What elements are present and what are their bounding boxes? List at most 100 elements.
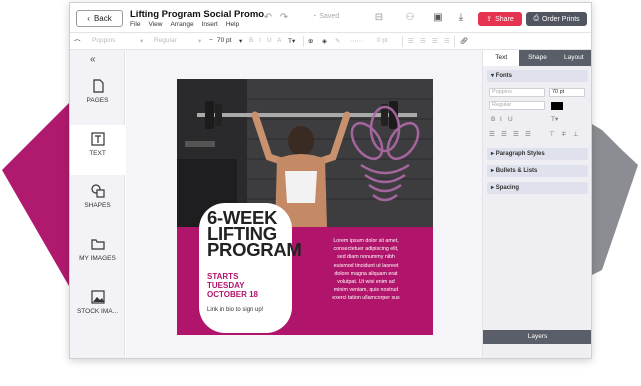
line-style-select[interactable]: ⋯⋯	[350, 37, 363, 45]
starts-line: OCTOBER 18	[207, 290, 258, 299]
redo-icon[interactable]: ↷	[278, 12, 290, 24]
divider	[454, 36, 455, 47]
spacing-section[interactable]: ▸ Spacing	[487, 182, 588, 194]
top-bar: ‹ Back Lifting Program Social Promo File…	[70, 3, 591, 33]
sidebar-item-label: SHAPES	[84, 202, 111, 209]
sidebar-item-stock-images[interactable]: STOCK IMA...	[70, 283, 125, 333]
share-button[interactable]: ⇪ Share	[478, 12, 522, 26]
back-button[interactable]: ‹ Back	[76, 10, 123, 27]
font-select[interactable]: Poppins	[92, 37, 116, 44]
body-line: minim veniam, quis nostrud	[333, 287, 399, 294]
left-sidebar: « PAGES TEXT SHAPES MY IMAGES STOCK IMA.…	[70, 50, 125, 358]
paint-format-icon[interactable]: ⌒	[74, 37, 81, 47]
link-in-bio-text[interactable]: Link in bio to sign up!	[207, 307, 263, 313]
editor-window: ‹ Back Lifting Program Social Promo File…	[69, 2, 592, 359]
text-color-swatch[interactable]	[551, 102, 563, 110]
upload-icon: ⇪	[486, 16, 493, 23]
body-line: Lorem ipsum dolor sit amet,	[333, 238, 399, 244]
align-center-icon[interactable]: ☰	[420, 37, 426, 45]
font-size-input[interactable]: 70 pt	[217, 37, 231, 44]
menu-insert[interactable]: Insert	[202, 21, 218, 28]
canvas-area[interactable]: 6-WEEK LIFTING PROGRAM STARTS TUESDAY OC…	[126, 50, 482, 358]
poster-design[interactable]: 6-WEEK LIFTING PROGRAM STARTS TUESDAY OC…	[177, 79, 433, 335]
body-text[interactable]: Lorem ipsum dolor sit amet, consectetuer…	[307, 237, 425, 303]
underline-icon[interactable]: U	[508, 116, 513, 123]
tab-shape[interactable]: Shape	[519, 50, 556, 66]
align-right-icon[interactable]: ☰	[513, 130, 519, 138]
sidebar-item-text[interactable]: TEXT	[70, 125, 125, 175]
chevron-down-icon: ▾	[140, 38, 144, 45]
panel-tabs: Text Shape Layout	[483, 50, 591, 66]
bold-icon[interactable]: B	[491, 116, 495, 123]
text-style-icon[interactable]: T▾	[551, 115, 558, 123]
body-line: euismod tincidunt ut laoreet	[333, 262, 399, 269]
weight-select[interactable]: Regular	[154, 37, 177, 44]
menu-view[interactable]: View	[148, 21, 162, 28]
sidebar-item-label: PAGES	[86, 97, 109, 104]
starts-line: TUESDAY	[207, 281, 245, 290]
minus-icon[interactable]: −	[209, 37, 213, 44]
bullets-lists-label: Bullets & Lists	[495, 168, 538, 174]
panel-font-select[interactable]: Poppins	[489, 88, 545, 97]
saved-status: ◔ Saved	[312, 13, 339, 20]
body-line: dolore magna aliquam erat	[334, 270, 398, 277]
body-line: sed diam nonummy nibh	[337, 254, 395, 261]
divider	[303, 36, 304, 47]
panel-weight-select[interactable]: Regular	[489, 101, 545, 110]
align-justify-icon[interactable]: ☰	[444, 37, 450, 45]
printer-icon: ⎙	[533, 15, 539, 22]
tab-layout[interactable]: Layout	[555, 50, 591, 66]
menu-arrange[interactable]: Arrange	[170, 21, 193, 28]
chevron-down-icon: ▾	[198, 38, 202, 45]
align-right-icon[interactable]: ☰	[432, 37, 438, 45]
sidebar-item-shapes[interactable]: SHAPES	[70, 177, 125, 227]
text-case-icon[interactable]: A	[277, 37, 281, 44]
headline-line: PROGRAM	[207, 239, 302, 260]
headline-text[interactable]: 6-WEEK LIFTING PROGRAM	[207, 208, 302, 260]
text-style-icon[interactable]: T▾	[288, 37, 295, 45]
valign-bottom-icon[interactable]: ⊥	[573, 130, 579, 138]
valign-middle-icon[interactable]: ∓	[561, 130, 566, 138]
menu-help[interactable]: Help	[226, 21, 239, 28]
download-icon[interactable]: ⤓	[455, 12, 467, 24]
bold-icon[interactable]: B	[249, 37, 253, 44]
page-icon	[92, 79, 104, 93]
fill-bucket-icon[interactable]: ◈	[322, 37, 327, 45]
italic-icon[interactable]: I	[500, 116, 502, 123]
align-justify-icon[interactable]: ☰	[525, 130, 531, 138]
align-left-icon[interactable]: ☰	[408, 37, 414, 45]
collapse-sidebar-icon[interactable]: «	[90, 54, 96, 65]
pen-icon[interactable]: ✎	[335, 37, 340, 45]
link-icon[interactable]: 🔗︎	[460, 37, 468, 45]
add-user-icon[interactable]: ⚇	[404, 12, 416, 24]
start-date-text[interactable]: STARTS TUESDAY OCTOBER 18	[207, 272, 258, 299]
divider	[402, 36, 403, 47]
bullets-lists-section[interactable]: ▸ Bullets & Lists	[487, 165, 588, 177]
align-center-icon[interactable]: ☰	[501, 130, 507, 138]
spacing-input[interactable]: 0 pt	[377, 37, 388, 44]
lock-icon[interactable]: ⊟	[373, 12, 385, 24]
back-label: Back	[93, 14, 112, 23]
document-title[interactable]: Lifting Program Social Promo	[130, 9, 264, 20]
italic-icon[interactable]: I	[259, 37, 261, 44]
underline-icon[interactable]: U	[267, 37, 272, 44]
fonts-section[interactable]: ▾ Fonts	[487, 70, 588, 82]
paragraph-styles-section[interactable]: ▸ Paragraph Styles	[487, 148, 588, 160]
share-label: Share	[495, 15, 514, 23]
menu-file[interactable]: File	[130, 21, 140, 28]
sidebar-item-my-images[interactable]: MY IMAGES	[70, 230, 125, 280]
sidebar-item-label: STOCK IMA...	[76, 308, 119, 315]
sidebar-item-pages[interactable]: PAGES	[70, 72, 125, 122]
body-line: exerci tation ullamcorper sus	[332, 295, 400, 302]
align-left-icon[interactable]: ☰	[489, 130, 495, 138]
order-prints-button[interactable]: ⎙ Order Prints	[526, 12, 587, 26]
tab-text[interactable]: Text	[483, 50, 520, 66]
undo-icon[interactable]: ↶	[262, 12, 274, 24]
layers-button[interactable]: Layers	[483, 330, 591, 344]
crosshair-icon[interactable]: ⊕	[308, 37, 313, 45]
spacing-label: Spacing	[495, 185, 520, 191]
valign-top-icon[interactable]: ⊤	[549, 130, 555, 138]
panel-size-input[interactable]: 70 pt	[549, 88, 585, 97]
present-icon[interactable]: ▣	[432, 12, 444, 24]
body-line: volutpat. Ut wisi enim ad	[337, 279, 395, 286]
